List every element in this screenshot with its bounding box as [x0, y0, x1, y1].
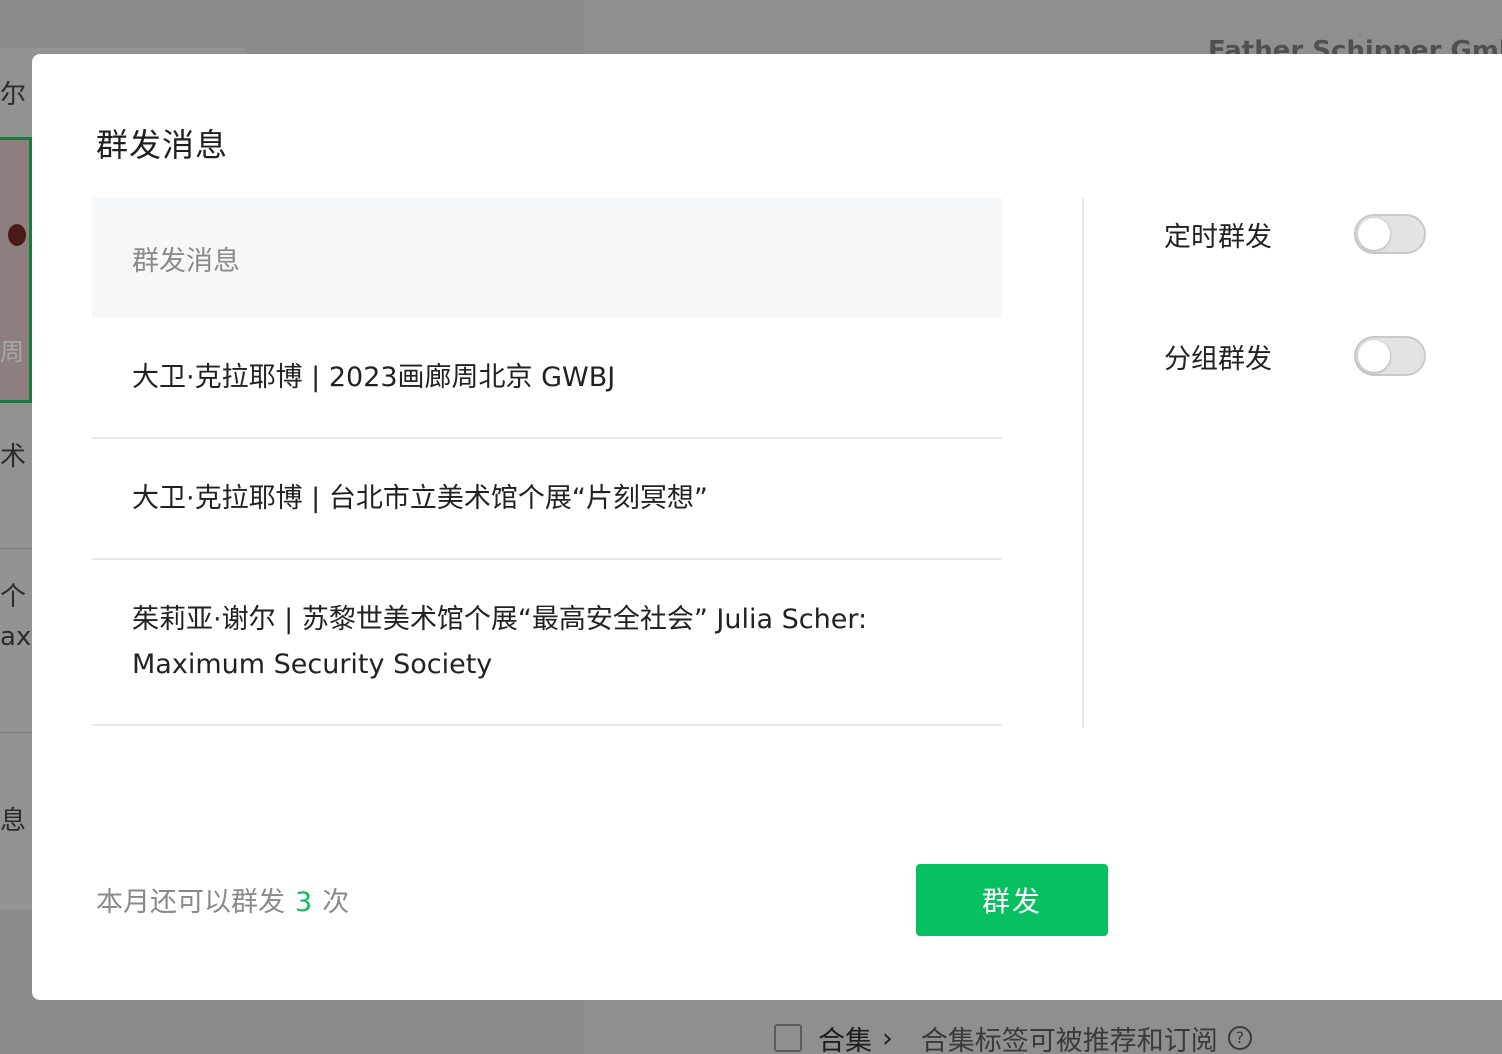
collection-hint: 合集标签可被推荐和订阅: [920, 1025, 1218, 1054]
background-divider: [0, 548, 32, 549]
article-title: 大卫·克拉耶博 | 台北市立美术馆个展“片刻冥想”: [132, 483, 708, 514]
quota-suffix: 次: [322, 887, 350, 918]
dialog-title: 群发消息: [96, 126, 229, 164]
article-list-item[interactable]: 大卫·克拉耶博 | 台北市立美术馆个展“片刻冥想”: [92, 439, 1002, 560]
article-list-item[interactable]: 茱莉亚·谢尔 | 苏黎世美术馆个展“最高安全社会” Julia Scher: M…: [92, 560, 1002, 726]
quota-count: 3: [295, 887, 313, 918]
background-text-fragment: 息: [0, 806, 27, 836]
background-collection-row: 合集 › 合集标签可被推荐和订阅 ?: [774, 1018, 1252, 1054]
background-text-fragment: 个: [0, 582, 27, 612]
scheduled-send-option: 定时群发: [1164, 212, 1426, 256]
scheduled-send-toggle[interactable]: [1354, 214, 1426, 254]
monthly-quota-text: 本月还可以群发 3 次: [96, 880, 349, 919]
background-text-fragment: 尔: [0, 80, 27, 110]
thumbnail-detail: [8, 224, 26, 246]
background-text-fragment: 术: [0, 442, 27, 472]
article-title: 大卫·克拉耶博 | 2023画廊周北京 GWBJ: [132, 362, 616, 393]
help-icon: ?: [1227, 1026, 1252, 1050]
background-text-fragment: axi: [0, 622, 32, 652]
collection-checkbox: [774, 1024, 802, 1052]
toggle-knob: [1358, 218, 1390, 250]
chevron-right-icon: ›: [882, 1022, 893, 1054]
options-divider: [1082, 198, 1084, 728]
group-send-toggle[interactable]: [1354, 336, 1426, 376]
scheduled-send-label: 定时群发: [1164, 221, 1272, 253]
collection-label: 合集: [818, 1025, 872, 1054]
background-divider: [0, 732, 32, 733]
article-list-header: 群发消息: [92, 198, 1002, 318]
mass-send-dialog: 群发消息 群发消息 大卫·克拉耶博 | 2023画廊周北京 GWBJ 大卫·克拉…: [32, 54, 1502, 1000]
group-send-label: 分组群发: [1164, 343, 1272, 375]
background-text-fragment: 周: [0, 338, 24, 366]
toggle-knob: [1358, 340, 1390, 372]
send-button[interactable]: 群发: [916, 864, 1108, 936]
group-send-option: 分组群发: [1164, 334, 1426, 378]
quota-prefix: 本月还可以群发: [96, 887, 285, 918]
article-list-item[interactable]: 大卫·克拉耶博 | 2023画廊周北京 GWBJ: [92, 318, 1002, 439]
article-title: 茱莉亚·谢尔 | 苏黎世美术馆个展“最高安全社会” Julia Scher: M…: [132, 604, 868, 680]
background-article-thumbnail: 周: [0, 137, 32, 403]
article-list: 群发消息 大卫·克拉耶博 | 2023画廊周北京 GWBJ 大卫·克拉耶博 | …: [92, 198, 1002, 726]
